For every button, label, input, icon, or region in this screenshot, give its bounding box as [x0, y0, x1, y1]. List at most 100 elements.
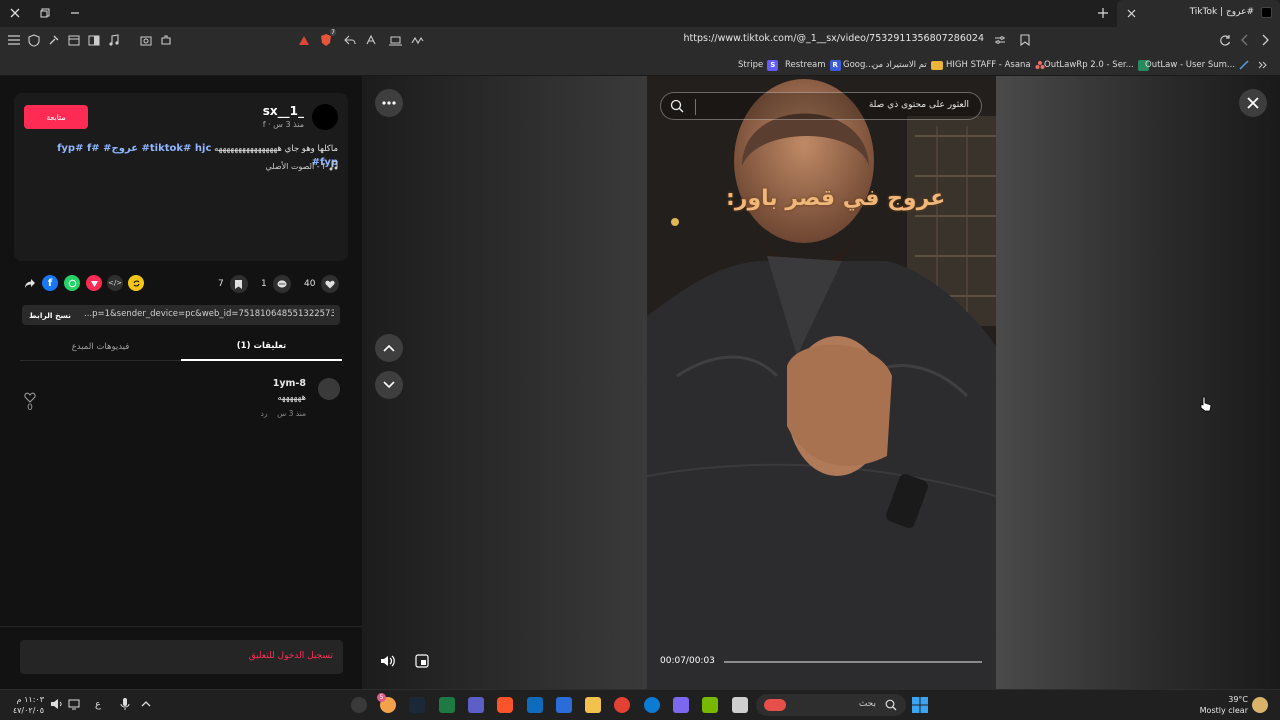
browser-tab[interactable]: TikTok | عروج#: [1117, 0, 1280, 27]
share-link-text[interactable]: ...p=1&sender_device=pc&web_id=751810648…: [84, 309, 334, 319]
bookmark-outlawrp[interactable]: OutLawRp 2.0 - Ser...: [1044, 58, 1149, 72]
tab-creator-videos[interactable]: فيديوهات المبدع: [20, 333, 181, 361]
heart-outline-icon: [24, 392, 36, 403]
address-bar[interactable]: https://www.tiktok.com/@_1__sx/video/753…: [600, 33, 984, 44]
bookmark-outlaw-users[interactable]: OutLaw - User Sum...: [1145, 58, 1249, 72]
file-explorer-icon[interactable]: [585, 697, 601, 713]
teams-icon[interactable]: [468, 697, 484, 713]
edge-icon[interactable]: [644, 697, 660, 713]
close-tab-icon[interactable]: [1121, 4, 1141, 22]
bookmark-label: تم الاستيراد من: [872, 60, 927, 70]
tray-overflow-icon[interactable]: [139, 697, 155, 713]
volume-icon[interactable]: [380, 654, 396, 668]
laptop-icon[interactable]: [387, 32, 403, 48]
app-notifier-icon[interactable]: 5: [377, 693, 396, 713]
close-window-icon[interactable]: [5, 4, 25, 22]
nvidia-icon[interactable]: [702, 697, 718, 713]
related-search-box[interactable]: العثور على محتوى ذي صلة: [660, 92, 982, 120]
follow-button[interactable]: متابعة: [24, 105, 88, 129]
commenter-avatar[interactable]: [318, 378, 340, 400]
forward-icon[interactable]: [1257, 32, 1273, 48]
reload-icon[interactable]: [1217, 32, 1233, 48]
next-video-button[interactable]: [375, 371, 403, 399]
steam-icon[interactable]: [409, 697, 425, 713]
save-stat[interactable]: 7: [218, 275, 248, 293]
tab-comments[interactable]: تعليقات (1): [181, 333, 342, 361]
ellipsis-icon: [382, 101, 396, 105]
microphone-icon[interactable]: [118, 697, 134, 713]
weather-widget[interactable]: 39°C Mostly clear: [1196, 694, 1248, 716]
brave-shields-icon[interactable]: 7: [318, 29, 336, 48]
start-windows-icon[interactable]: [911, 696, 929, 714]
previous-video-button[interactable]: [375, 334, 403, 362]
bookmarks-overflow-icon[interactable]: [1257, 58, 1267, 72]
whatsapp-icon[interactable]: [64, 275, 80, 291]
chrome-icon[interactable]: [614, 697, 630, 713]
share-arrow-icon[interactable]: [22, 275, 38, 291]
bookmark-stripe[interactable]: Stripe S: [738, 58, 779, 72]
send-icon[interactable]: [86, 275, 102, 291]
music-icon[interactable]: [106, 32, 122, 48]
new-tab-icon[interactable]: [1093, 4, 1113, 22]
excel-icon[interactable]: [439, 697, 455, 713]
menu-icon[interactable]: [6, 32, 22, 48]
sidebar-icon[interactable]: [86, 32, 102, 48]
reply-icon[interactable]: [342, 32, 358, 48]
restore-window-icon[interactable]: [35, 4, 55, 22]
taskbar-search[interactable]: بحث: [756, 694, 906, 716]
copy-link-button[interactable]: نسخ الرابط: [22, 305, 78, 325]
back-icon[interactable]: [1237, 32, 1253, 48]
like-stat[interactable]: 40: [304, 275, 340, 293]
site-settings-icon[interactable]: [992, 32, 1008, 48]
more-options-button[interactable]: [375, 89, 403, 117]
translate-icon[interactable]: [364, 32, 380, 48]
sound-link[interactable]: الصوت الأصلي - f: [266, 161, 339, 171]
taskbar: ١١:٠٣ م ٤٧/٠٢/٠٥ ع 5 بحث 39°C Mostly cle…: [0, 689, 1280, 720]
close-icon: [1247, 97, 1259, 109]
heart-icon: [321, 275, 340, 293]
comment-stat[interactable]: 1: [261, 275, 291, 293]
author-avatar[interactable]: [312, 104, 338, 130]
repost-icon[interactable]: [128, 275, 144, 291]
comment-like[interactable]: 0: [24, 392, 36, 413]
clock[interactable]: ١١:٠٣ م ٤٧/٠٢/٠٥: [8, 694, 44, 716]
app-clock-icon[interactable]: [351, 697, 367, 713]
login-to-comment-bar[interactable]: تسجيل الدخول للتعليق: [20, 640, 343, 674]
warning-icon[interactable]: [296, 32, 312, 48]
comment-tabs: فيديوهات المبدع تعليقات (1): [20, 333, 342, 361]
extensions-icon[interactable]: [46, 32, 62, 48]
shields-count: 7: [330, 29, 336, 36]
brave-browser-icon[interactable]: [497, 697, 513, 713]
shield-icon[interactable]: [26, 32, 42, 48]
outlook-icon[interactable]: [527, 697, 543, 713]
bookmark-icon[interactable]: [1017, 32, 1033, 48]
bookmark-imported-folder[interactable]: تم الاستيراد من: [872, 58, 943, 72]
reply-link[interactable]: رد: [261, 409, 268, 418]
bookmark-restream[interactable]: Restream R: [785, 58, 841, 72]
task-view-icon[interactable]: [732, 697, 748, 713]
commenter-username[interactable]: 1ym-8: [273, 378, 306, 389]
store-icon[interactable]: [556, 697, 572, 713]
progress-bar[interactable]: [724, 661, 982, 663]
weather-moon-icon: [1252, 697, 1268, 713]
embed-code-icon[interactable]: </>: [107, 275, 123, 291]
copilot-icon[interactable]: [673, 697, 689, 713]
minimize-window-icon[interactable]: [65, 4, 85, 22]
bookmark-google[interactable]: Goog...: [843, 58, 874, 72]
puzzle-icon[interactable]: [158, 32, 174, 48]
author-username[interactable]: sx__1_: [263, 104, 304, 118]
video-frame[interactable]: [647, 76, 996, 689]
tab-switcher-icon[interactable]: [66, 32, 82, 48]
like-count: 40: [304, 279, 316, 289]
tiktok-favicon-icon: [1261, 7, 1272, 18]
bookmark-asana[interactable]: HIGH STAFF - Asana: [946, 58, 1045, 72]
screenshot-icon[interactable]: [138, 32, 154, 48]
facebook-icon[interactable]: f: [42, 275, 58, 291]
speaker-icon[interactable]: [50, 697, 66, 713]
network-icon[interactable]: [67, 697, 83, 713]
wave-icon[interactable]: [409, 32, 425, 48]
floating-player-icon[interactable]: [415, 654, 429, 668]
language-indicator[interactable]: ع: [95, 699, 101, 710]
close-player-button[interactable]: [1239, 89, 1267, 117]
blurred-background-right: [996, 76, 1280, 689]
